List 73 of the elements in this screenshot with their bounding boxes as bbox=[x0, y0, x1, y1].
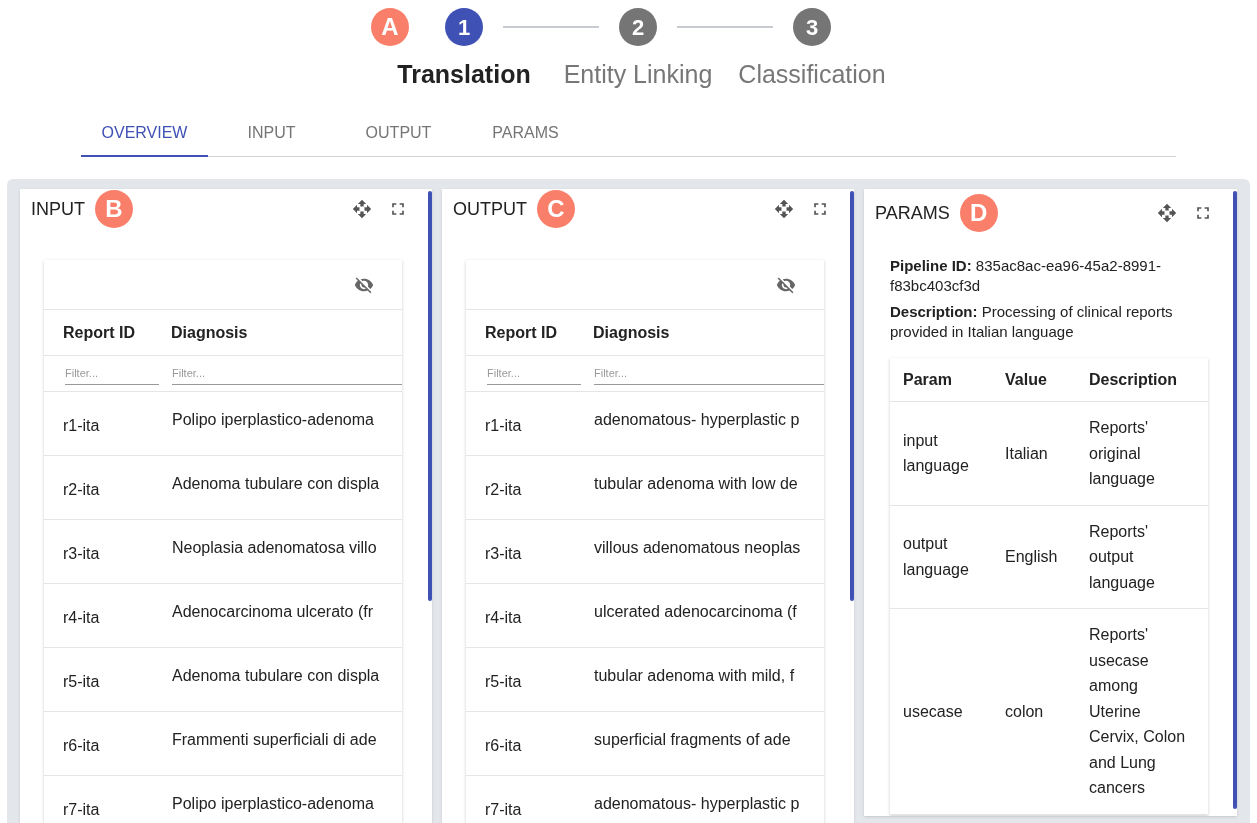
table-cell-text: tubular adenoma with low de bbox=[593, 474, 798, 494]
table-cell-text: r4-ita bbox=[484, 608, 523, 628]
table-cell-text: adenomatous- hyperplastic p bbox=[593, 794, 800, 814]
filter-field[interactable]: Filter... bbox=[487, 362, 581, 385]
table-cell-text: r1-ita bbox=[62, 416, 101, 436]
scrollbar[interactable] bbox=[428, 191, 432, 601]
annotation-marker: C bbox=[537, 190, 575, 228]
tab[interactable]: PARAMS bbox=[462, 110, 589, 157]
scrollbar[interactable] bbox=[1233, 191, 1237, 809]
table-cell-text: r1-ita bbox=[484, 416, 523, 436]
step-label[interactable]: Translation bbox=[397, 56, 531, 94]
table-cell-text: Adenoma tubulare con displa bbox=[171, 474, 380, 494]
filter-field[interactable]: Filter... bbox=[172, 362, 402, 385]
table-cell-text: Reports' usecase among Uterine Cervix, Colon and Lung cancers bbox=[1088, 625, 1187, 798]
table-cell-text: Italian bbox=[1004, 443, 1049, 464]
table-cell-text: Reports' output language bbox=[1088, 521, 1156, 593]
table-cell-text: Frammenti superficiali di ade bbox=[171, 730, 377, 750]
info-text: Pipeline ID: 835ac8ac-ea96-45a2-8991-f83bc403cf3d bbox=[890, 256, 1162, 296]
step-label[interactable]: Classification bbox=[738, 56, 886, 94]
column-header[interactable]: Description bbox=[1076, 367, 1198, 392]
table-cell-text: r4-ita bbox=[62, 608, 101, 628]
scrollbar[interactable] bbox=[850, 191, 854, 601]
tab[interactable]: OUTPUT bbox=[335, 110, 462, 157]
annotation-marker: A bbox=[371, 8, 409, 46]
column-header[interactable]: Value bbox=[991, 367, 1076, 392]
panel-title: OUTPUT bbox=[453, 197, 527, 221]
table-cell-text: Polipo iperplastico-adenoma bbox=[171, 410, 374, 430]
table-cell-text: r7-ita bbox=[62, 800, 101, 820]
column-header[interactable]: Report ID bbox=[466, 320, 575, 345]
table-cell-text: r3-ita bbox=[484, 544, 523, 564]
tab[interactable]: INPUT bbox=[208, 110, 335, 157]
step-number[interactable]: 1 bbox=[445, 8, 483, 46]
move-icon[interactable] bbox=[1157, 203, 1177, 223]
step-label[interactable]: Entity Linking bbox=[563, 56, 713, 94]
table-cell-text: r2-ita bbox=[62, 480, 101, 500]
info-text: Description: Processing of clinical reports provided in Italian language bbox=[890, 302, 1174, 342]
table-cell-text: colon bbox=[1004, 701, 1045, 722]
table-cell-text: r5-ita bbox=[62, 672, 101, 692]
step-number[interactable]: 3 bbox=[793, 8, 831, 46]
step-number[interactable]: 2 bbox=[619, 8, 657, 46]
table-cell-text: English bbox=[1004, 547, 1059, 567]
table-cell-text: r6-ita bbox=[484, 736, 523, 756]
table-cell-text: Adenocarcinoma ulcerato (fr bbox=[171, 602, 373, 622]
table-cell-text: r7-ita bbox=[484, 800, 523, 820]
move-icon[interactable] bbox=[352, 199, 372, 219]
table-cell-text: input language bbox=[902, 430, 970, 477]
table-cell-text: adenomatous- hyperplastic p bbox=[593, 410, 800, 430]
tab[interactable]: OVERVIEW bbox=[81, 110, 208, 157]
panel-title: PARAMS bbox=[875, 201, 950, 225]
table-cell-text: r6-ita bbox=[62, 736, 101, 756]
table-cell-text: usecase bbox=[902, 701, 964, 722]
table-cell-text: Polipo iperplastico-adenoma bbox=[171, 794, 374, 814]
filter-field[interactable]: Filter... bbox=[594, 362, 824, 385]
annotation-marker: B bbox=[95, 190, 133, 228]
table-cell-text: Reports' original language bbox=[1088, 418, 1156, 489]
column-header[interactable]: Diagnosis bbox=[575, 320, 670, 345]
table-cell-text: tubular adenoma with mild, f bbox=[593, 666, 795, 686]
table-cell-text: Adenoma tubulare con displa bbox=[171, 666, 380, 686]
table-cell-text: r3-ita bbox=[62, 544, 101, 564]
column-header[interactable]: Report ID bbox=[44, 320, 153, 345]
table-cell-text: r2-ita bbox=[484, 480, 523, 500]
panel-title: INPUT bbox=[31, 197, 85, 221]
table-cell-text: Neoplasia adenomatosa villo bbox=[171, 538, 377, 558]
table-cell-text: output language bbox=[902, 534, 970, 580]
column-header[interactable]: Diagnosis bbox=[153, 320, 248, 345]
table-cell-text: ulcerated adenocarcinoma (f bbox=[593, 602, 797, 622]
annotation-marker: D bbox=[959, 194, 998, 232]
column-header[interactable]: Param bbox=[890, 367, 991, 392]
filter-field[interactable]: Filter... bbox=[65, 362, 159, 385]
move-icon[interactable] bbox=[774, 199, 794, 219]
table-cell-text: villous adenomatous neoplas bbox=[593, 538, 801, 558]
table-cell-text: r5-ita bbox=[484, 672, 523, 692]
table-cell-text: superficial fragments of ade bbox=[593, 730, 791, 750]
